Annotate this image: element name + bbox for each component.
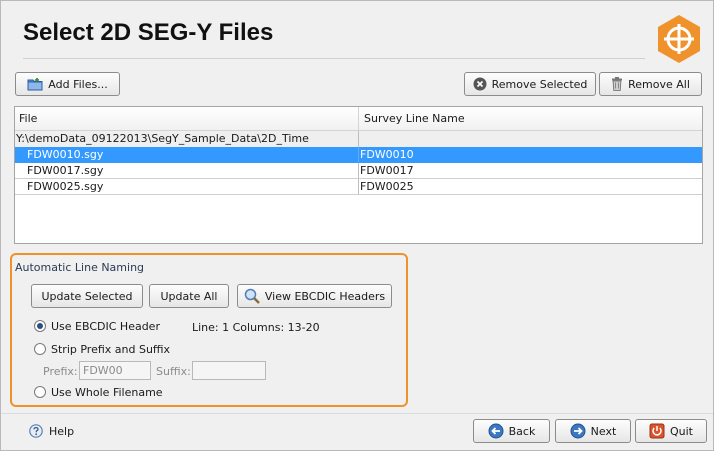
directory-line-cell: [359, 131, 702, 147]
crosshair-hexagon-logo: [658, 15, 700, 63]
add-files-label: Add Files...: [48, 77, 108, 91]
next-button[interactable]: Next: [555, 419, 631, 443]
title-divider: [23, 58, 645, 59]
prefix-input[interactable]: FDW00: [79, 361, 151, 380]
help-label: Help: [49, 424, 75, 438]
remove-selected-button[interactable]: Remove Selected: [464, 72, 596, 96]
suffix-input[interactable]: [192, 361, 266, 380]
help-icon: [29, 424, 43, 438]
survey-line-name-cell[interactable]: FDW0025: [359, 179, 702, 195]
quit-label: Quit: [670, 424, 693, 438]
back-label: Back: [508, 424, 536, 438]
update-selected-label: Update Selected: [41, 289, 133, 303]
folder-plus-icon: [27, 77, 43, 91]
update-all-label: Update All: [160, 289, 218, 303]
next-arrow-icon: [570, 423, 586, 439]
panel-title: Automatic Line Naming: [15, 261, 145, 274]
column-header-file[interactable]: File: [15, 107, 359, 131]
add-files-button[interactable]: Add Files...: [15, 72, 120, 96]
update-all-button[interactable]: Update All: [149, 284, 229, 308]
radio-strip-prefix-suffix[interactable]: Strip Prefix and Suffix: [34, 342, 170, 356]
view-ebcdic-headers-label: View EBCDIC Headers: [264, 289, 386, 303]
radio-indicator[interactable]: [34, 343, 46, 355]
ebcdic-line-columns-note: Line: 1 Columns: 13-20: [192, 321, 320, 334]
radio-indicator[interactable]: [34, 386, 46, 398]
page-title: Select 2D SEG-Y Files: [23, 19, 274, 46]
directory-path: Y:\demoData_09122013\SegY_Sample_Data\2D…: [15, 131, 359, 147]
remove-selected-label: Remove Selected: [491, 77, 588, 91]
quit-icon: [649, 423, 665, 439]
radio-label: Use Whole Filename: [51, 385, 163, 399]
file-name-cell: FDW0017.sgy: [15, 163, 359, 179]
survey-line-name-cell[interactable]: FDW0010: [359, 147, 702, 163]
radio-indicator[interactable]: [34, 320, 46, 332]
radio-label: Use EBCDIC Header: [51, 319, 160, 333]
radio-use-whole-filename[interactable]: Use Whole Filename: [34, 385, 163, 399]
remove-all-button[interactable]: Remove All: [599, 72, 702, 96]
table-row[interactable]: FDW0017.sgy FDW0017: [15, 163, 702, 179]
magnifier-icon: [244, 288, 260, 304]
update-selected-button[interactable]: Update Selected: [31, 284, 143, 308]
file-name-cell: FDW0025.sgy: [15, 179, 359, 195]
suffix-label: Suffix:: [156, 365, 191, 378]
footer-divider: [1, 413, 713, 414]
back-button[interactable]: Back: [473, 419, 550, 443]
view-ebcdic-headers-button[interactable]: View EBCDIC Headers: [237, 284, 392, 308]
next-label: Next: [590, 424, 617, 438]
file-name-cell: FDW0010.sgy: [15, 147, 359, 163]
table-header: File Survey Line Name: [15, 107, 702, 131]
help-link[interactable]: Help: [29, 424, 74, 438]
remove-circle-icon: [473, 77, 487, 91]
survey-line-name-cell[interactable]: FDW0017: [359, 163, 702, 179]
wizard-window: Select 2D SEG-Y Files Add Files... Remov…: [0, 0, 714, 451]
table-row[interactable]: FDW0010.sgy FDW0010: [15, 147, 702, 163]
radio-use-ebcdic-header[interactable]: Use EBCDIC Header: [34, 319, 160, 333]
radio-label: Strip Prefix and Suffix: [51, 342, 171, 356]
column-header-survey-line-name[interactable]: Survey Line Name: [359, 107, 702, 131]
back-arrow-icon: [488, 423, 504, 439]
prefix-label: Prefix:: [43, 365, 78, 378]
quit-button[interactable]: Quit: [635, 419, 707, 443]
trash-icon: [611, 77, 623, 91]
automatic-line-naming-panel: Automatic Line Naming Update Selected Up…: [10, 253, 408, 407]
remove-all-label: Remove All: [628, 77, 690, 91]
header: Select 2D SEG-Y Files: [1, 1, 713, 65]
table-row[interactable]: FDW0025.sgy FDW0025: [15, 179, 702, 195]
directory-row[interactable]: Y:\demoData_09122013\SegY_Sample_Data\2D…: [15, 131, 702, 147]
files-table[interactable]: File Survey Line Name Y:\demoData_091220…: [14, 106, 703, 244]
